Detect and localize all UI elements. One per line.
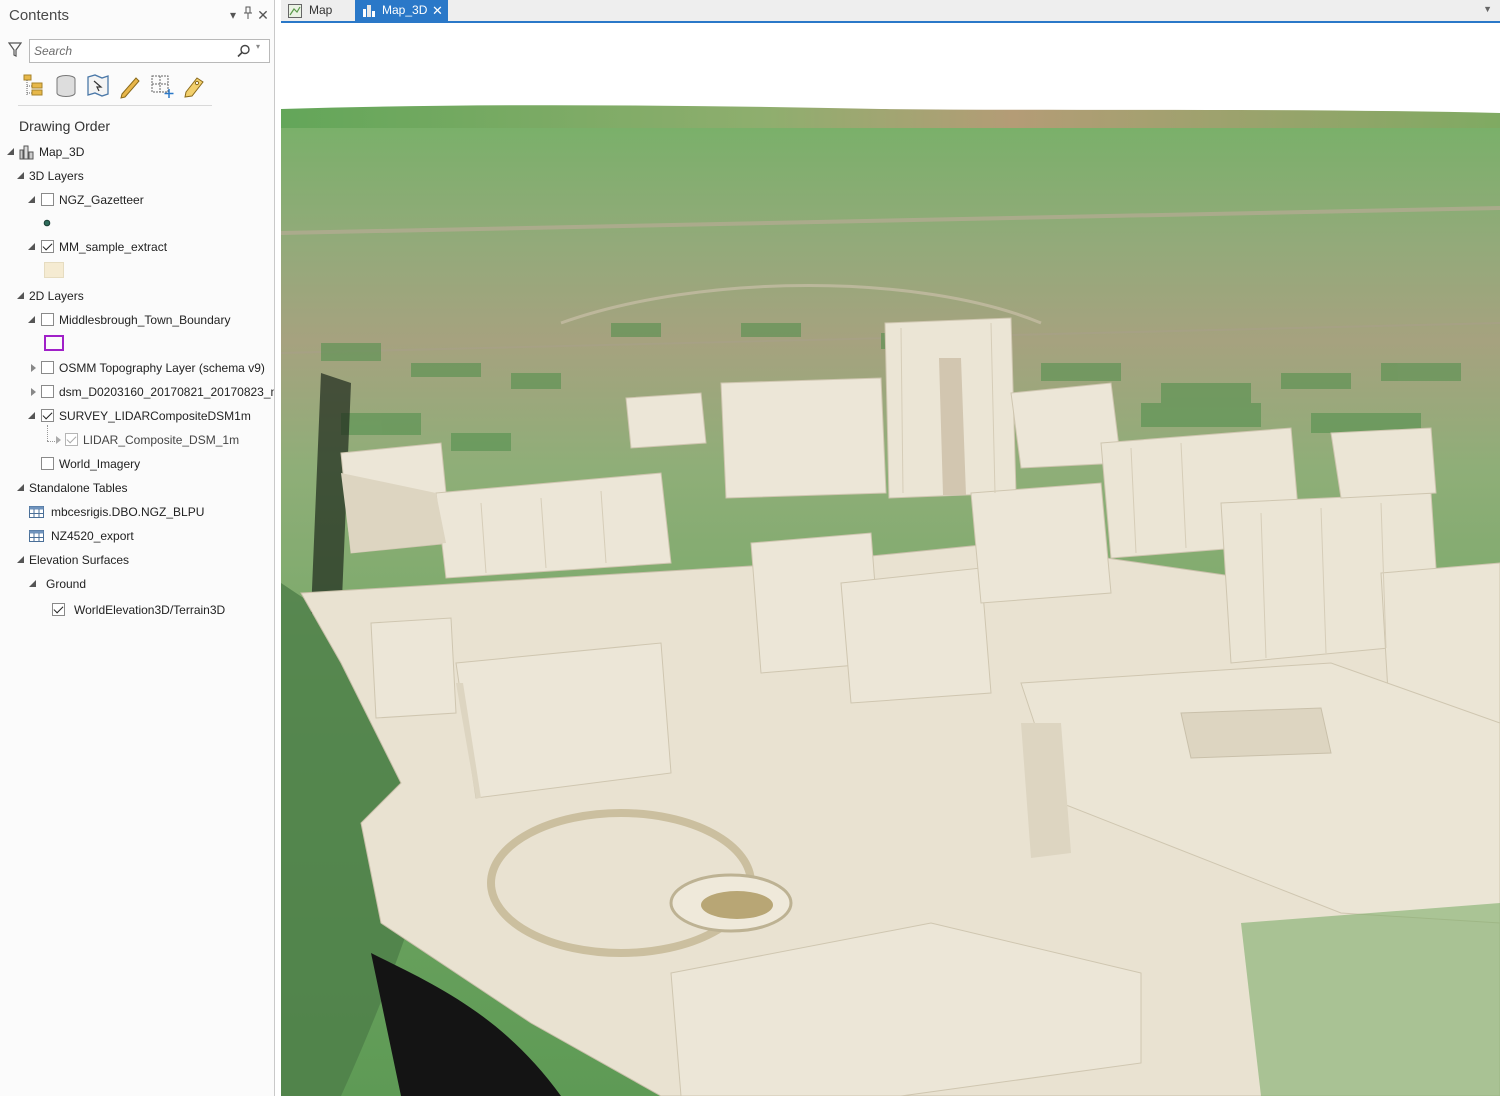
visibility-checkbox[interactable] <box>41 361 54 374</box>
collapse-triangle-icon[interactable] <box>17 556 24 563</box>
expand-triangle-icon[interactable] <box>56 436 61 444</box>
green-space <box>1241 903 1500 1096</box>
table-icon <box>29 530 44 542</box>
layer-label: OSMM Topography Layer (schema v9) <box>59 361 265 375</box>
collapse-triangle-icon[interactable] <box>28 316 35 323</box>
tree-item-ngz-gazetteer[interactable]: NGZ_Gazetteer <box>0 190 274 210</box>
courtyard <box>1180 707 1332 759</box>
collapse-triangle-icon[interactable] <box>17 172 24 179</box>
view-tabs <box>18 70 212 106</box>
collapse-triangle-icon[interactable] <box>28 412 35 419</box>
tab-map-3d[interactable]: Map_3D ✕ <box>355 0 448 21</box>
tree-group-2d-layers[interactable]: 2D Layers <box>0 286 274 306</box>
tree-item-mm-sample-extract[interactable]: MM_sample_extract <box>0 237 274 257</box>
group-tables-label: Standalone Tables <box>29 481 128 495</box>
tree-item-nz4520-export[interactable]: NZ4520_export <box>0 526 274 546</box>
layer-label: World_Imagery <box>59 457 141 471</box>
layer-label: MM_sample_extract <box>59 240 168 254</box>
visibility-checkbox[interactable] <box>41 193 54 206</box>
map-icon <box>288 4 302 18</box>
collapse-triangle-icon[interactable] <box>17 292 24 299</box>
contents-header: Contents ▾ ✕ <box>0 0 274 32</box>
map-3d-view[interactable] <box>281 23 1500 1096</box>
collapse-triangle-icon[interactable] <box>29 580 36 587</box>
contents-title: Contents <box>9 7 70 24</box>
collapse-triangle-icon[interactable] <box>7 148 14 155</box>
layer-label: SURVEY_LIDARCompositeDSM1m <box>59 409 251 423</box>
filter-icon[interactable] <box>8 42 22 58</box>
tree-group-3d-layers[interactable]: 3D Layers <box>0 166 274 186</box>
search-input[interactable] <box>34 43 224 59</box>
visibility-checkbox[interactable] <box>52 603 65 616</box>
search-icon[interactable] <box>236 43 252 59</box>
visibility-checkbox[interactable] <box>41 240 54 253</box>
layer-label: dsm_D0203160_20170821_20170823_mm_ <box>59 385 274 399</box>
list-by-labeling-icon[interactable] <box>180 72 208 100</box>
3d-scene-rendering[interactable] <box>281 23 1500 1096</box>
tree-item-survey-lidar[interactable]: SURVEY_LIDARCompositeDSM1m <box>0 406 274 426</box>
contents-pane: Contents ▾ ✕ ▾ <box>0 0 275 1096</box>
tab-map-3d-label: Map_3D <box>382 3 428 17</box>
visibility-checkbox[interactable] <box>65 433 78 446</box>
list-by-editing-icon[interactable] <box>116 72 144 100</box>
list-by-selection-icon[interactable] <box>84 72 112 100</box>
view-tab-strip: Map Map_3D ✕ ▼ <box>281 0 1500 23</box>
tree-item-world-imagery[interactable]: World_Imagery <box>0 454 274 474</box>
list-by-source-icon[interactable] <box>52 72 80 100</box>
group-elevation-label: Elevation Surfaces <box>29 553 130 567</box>
visibility-checkbox[interactable] <box>41 457 54 470</box>
surface-label: Ground <box>46 577 87 591</box>
group-3d-layers-label: 3D Layers <box>29 169 84 183</box>
tree-item-terrain3d[interactable]: WorldElevation3D/Terrain3D <box>0 600 274 620</box>
list-by-snapping-icon[interactable] <box>148 72 176 100</box>
fountain-water <box>701 891 773 919</box>
layer-label: Middlesbrough_Town_Boundary <box>59 313 231 327</box>
layer-label: WorldElevation3D/Terrain3D <box>74 603 226 617</box>
close-icon[interactable]: ✕ <box>256 6 270 24</box>
expand-triangle-icon[interactable] <box>31 388 36 396</box>
polygon-outline-symbol-icon <box>44 335 64 351</box>
tree-item-dsm[interactable]: dsm_D0203160_20170821_20170823_mm_ <box>0 382 274 402</box>
collapse-triangle-icon[interactable] <box>17 484 24 491</box>
tree-item-osmm-topography[interactable]: OSMM Topography Layer (schema v9) <box>0 358 274 378</box>
visibility-checkbox[interactable] <box>41 409 54 422</box>
options-chevron-icon[interactable]: ▾ <box>226 6 240 24</box>
layer-label: LIDAR_Composite_DSM_1m <box>83 433 240 447</box>
3d-map-icon <box>363 5 375 17</box>
collapse-triangle-icon[interactable] <box>28 196 35 203</box>
tree-item-lidar-composite[interactable]: LIDAR_Composite_DSM_1m <box>0 430 274 450</box>
drawing-order-heading: Drawing Order <box>19 118 111 134</box>
search-box[interactable]: ▾ <box>29 39 270 63</box>
tab-list-chevron-icon[interactable]: ▼ <box>1483 4 1492 14</box>
tree-group-standalone-tables[interactable]: Standalone Tables <box>0 478 274 498</box>
list-by-drawing-order-icon[interactable] <box>20 72 48 100</box>
close-tab-icon[interactable]: ✕ <box>432 0 443 21</box>
3d-map-icon <box>19 145 34 160</box>
collapse-triangle-icon[interactable] <box>28 243 35 250</box>
tree-item-ngz-blpu[interactable]: mbcesrigis.DBO.NGZ_BLPU <box>0 502 274 522</box>
visibility-checkbox[interactable] <box>41 313 54 326</box>
tree-item-middlesbrough-boundary[interactable]: Middlesbrough_Town_Boundary <box>0 310 274 330</box>
tab-map-label: Map <box>309 3 333 17</box>
visibility-checkbox[interactable] <box>41 385 54 398</box>
table-label: mbcesrigis.DBO.NGZ_BLPU <box>51 505 205 519</box>
table-label: NZ4520_export <box>51 529 134 543</box>
layer-label: NGZ_Gazetteer <box>59 193 144 207</box>
tab-map[interactable]: Map <box>283 0 355 21</box>
pin-icon[interactable] <box>241 6 255 24</box>
polygon-fill-symbol-icon <box>44 262 64 278</box>
point-symbol-icon <box>43 219 51 227</box>
tree-item-ground[interactable]: Ground <box>0 574 274 594</box>
expand-triangle-icon[interactable] <box>31 364 36 372</box>
tree-group-elevation-surfaces[interactable]: Elevation Surfaces <box>0 550 274 570</box>
table-icon <box>29 506 44 518</box>
tree-item-map-3d[interactable]: Map_3D <box>0 142 274 162</box>
map-3d-label: Map_3D <box>39 145 85 159</box>
search-options-chevron-icon[interactable]: ▾ <box>256 42 260 51</box>
group-2d-layers-label: 2D Layers <box>29 289 84 303</box>
